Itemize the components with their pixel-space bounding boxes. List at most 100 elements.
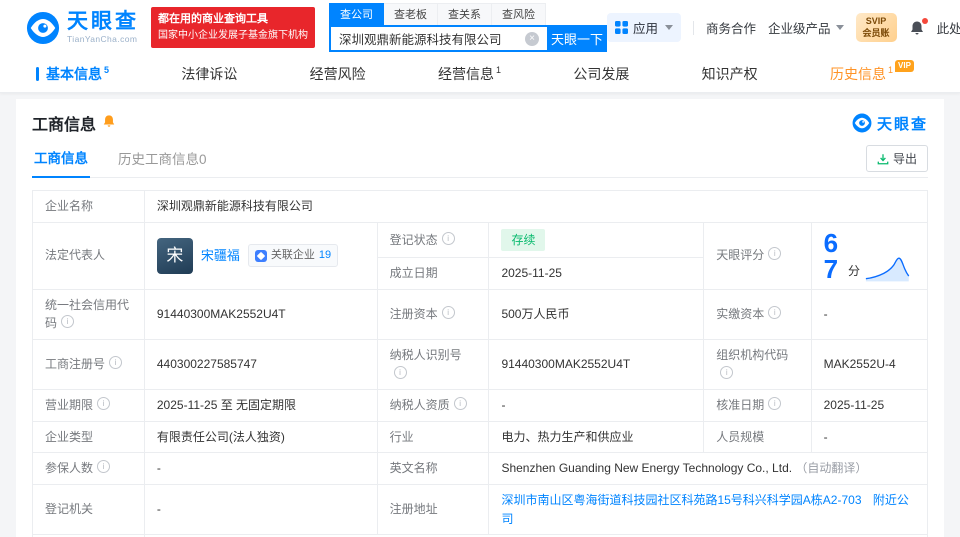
promo-line2: 国家中小企业发展子基金旗下机构 bbox=[158, 28, 308, 44]
field-label: 纳税人识别号 bbox=[377, 339, 489, 389]
company-name-value: 深圳观鼎新能源科技有限公司 bbox=[144, 191, 927, 223]
chevron-down-icon bbox=[665, 25, 673, 30]
field-value: - bbox=[811, 289, 927, 339]
legal-rep-name-link[interactable]: 宋疆福 bbox=[201, 246, 240, 266]
notification-bell[interactable] bbox=[909, 20, 925, 36]
apps-menu[interactable]: 应用 bbox=[607, 13, 681, 42]
info-icon[interactable] bbox=[97, 397, 110, 410]
info-icon[interactable] bbox=[768, 247, 781, 260]
menu-item-cooperation[interactable]: 商务合作 bbox=[706, 18, 756, 37]
field-value: MAK2552U-4 bbox=[811, 339, 927, 389]
search-tabs: 查公司 查老板 查关系 查风险 bbox=[329, 3, 607, 25]
tab-count: 1 bbox=[888, 65, 893, 75]
svip-badge[interactable]: SVIP 会员账 bbox=[856, 13, 897, 42]
subscribe-bell-button[interactable] bbox=[102, 114, 116, 133]
subtab-business-info[interactable]: 工商信息 bbox=[32, 147, 90, 178]
status-badge: 存续 bbox=[501, 229, 545, 252]
score-unit: 分 bbox=[848, 262, 860, 281]
subtab-history-business-info[interactable]: 历史工商信息0 bbox=[116, 148, 209, 177]
tab-history-info[interactable]: 历史信息1 VIP bbox=[830, 55, 914, 92]
company-info-card: 工商信息 天眼查 工商信息 历史工商信息0 导出 bbox=[16, 99, 944, 537]
field-value: - bbox=[144, 484, 377, 534]
search-input[interactable] bbox=[329, 25, 547, 52]
field-label: 注册资本 bbox=[377, 289, 489, 339]
field-label: 企业名称 bbox=[33, 191, 145, 223]
related-companies-icon bbox=[255, 250, 267, 262]
tianyancha-eye-icon bbox=[26, 11, 60, 45]
info-icon[interactable] bbox=[442, 232, 455, 245]
menu-item-more[interactable]: 此处有 bbox=[937, 18, 960, 37]
field-label: 核准日期 bbox=[704, 390, 811, 422]
field-value: 440300227585747 bbox=[144, 339, 377, 389]
field-label: 成立日期 bbox=[377, 258, 489, 290]
search-tab-risk[interactable]: 查风险 bbox=[492, 3, 546, 25]
field-label: 企业类型 bbox=[33, 421, 145, 453]
brand-name: 天眼查 bbox=[67, 11, 139, 32]
table-row: 工商注册号 440300227585747 纳税人识别号 91440300MAK… bbox=[33, 339, 928, 389]
company-section-nav: 基本信息5 法律诉讼 经营风险 经营信息1 公司发展 知识产权 历史信息1 VI… bbox=[0, 55, 960, 93]
search-tab-company[interactable]: 查公司 bbox=[329, 3, 384, 25]
info-icon[interactable] bbox=[768, 397, 781, 410]
section-title: 工商信息 bbox=[32, 111, 96, 135]
field-label: 营业期限 bbox=[33, 390, 145, 422]
address-link[interactable]: 深圳市南山区粤海街道科技园社区科苑路15号科兴科学园A栋A2-703 bbox=[501, 493, 861, 507]
menu-item-enterprise[interactable]: 企业级产品 bbox=[768, 18, 844, 37]
clear-icon[interactable]: × bbox=[525, 32, 539, 46]
notification-dot bbox=[922, 18, 928, 24]
info-icon[interactable] bbox=[109, 356, 122, 369]
search-button[interactable]: 天眼一下 bbox=[547, 25, 607, 52]
related-companies-badge[interactable]: 关联企业 19 bbox=[248, 244, 338, 267]
field-label: 注册地址 bbox=[377, 484, 489, 534]
chevron-down-icon bbox=[836, 25, 844, 30]
tab-legal-proceedings[interactable]: 法律诉讼 bbox=[181, 55, 237, 92]
field-label: 人员规模 bbox=[704, 421, 811, 453]
score-cell[interactable]: 67 分 bbox=[811, 222, 927, 289]
export-button[interactable]: 导出 bbox=[866, 145, 928, 172]
info-icon[interactable] bbox=[720, 366, 733, 379]
field-value: 2025-11-25 至 无固定期限 bbox=[144, 390, 377, 422]
tab-operation-risk[interactable]: 经营风险 bbox=[310, 55, 366, 92]
info-icon[interactable] bbox=[394, 366, 407, 379]
table-row: 统一社会信用代码 91440300MAK2552U4T 注册资本 500万人民币… bbox=[33, 289, 928, 339]
tab-intellectual-property[interactable]: 知识产权 bbox=[702, 55, 758, 92]
bell-icon bbox=[102, 114, 116, 128]
tab-basic-info[interactable]: 基本信息5 bbox=[46, 55, 109, 92]
field-label: 天眼评分 bbox=[704, 222, 811, 289]
header-menu: 应用 商务合作 企业级产品 SVIP 会员账 此处有 bbox=[607, 13, 960, 42]
field-value: 2025-11-25 bbox=[489, 258, 704, 290]
search-tab-relation[interactable]: 查关系 bbox=[438, 3, 492, 25]
info-icon[interactable] bbox=[97, 460, 110, 473]
field-value: 500万人民币 bbox=[489, 289, 704, 339]
field-value: 存续 bbox=[489, 222, 704, 258]
search-tab-boss[interactable]: 查老板 bbox=[384, 3, 438, 25]
info-icon[interactable] bbox=[442, 306, 455, 319]
field-value: - bbox=[489, 390, 704, 422]
field-label: 登记状态 bbox=[377, 222, 489, 258]
tab-operation-info[interactable]: 经营信息1 bbox=[438, 55, 501, 92]
info-icon[interactable] bbox=[61, 315, 74, 328]
field-value: 91440300MAK2552U4T bbox=[144, 289, 377, 339]
business-info-subtabs: 工商信息 历史工商信息0 导出 bbox=[32, 145, 928, 178]
field-label: 行业 bbox=[377, 421, 489, 453]
promo-line1: 都在用的商业查询工具 bbox=[158, 11, 308, 29]
field-label: 纳税人资质 bbox=[377, 390, 489, 422]
tianyancha-logo[interactable]: 天眼查 TianYanCha.com bbox=[26, 11, 139, 45]
related-companies-count: 19 bbox=[319, 247, 331, 264]
search-area: 查公司 查老板 查关系 查风险 × 天眼一下 bbox=[329, 3, 607, 52]
apps-grid-icon bbox=[615, 21, 628, 34]
brand-domain: TianYanCha.com bbox=[67, 34, 139, 44]
tab-company-development[interactable]: 公司发展 bbox=[573, 55, 629, 92]
info-icon[interactable] bbox=[768, 306, 781, 319]
field-value: 2025-11-25 bbox=[811, 390, 927, 422]
field-label: 工商注册号 bbox=[33, 339, 145, 389]
auto-translate-note: （自动翻译） bbox=[795, 461, 867, 475]
field-label: 参保人数 bbox=[33, 453, 145, 485]
info-icon[interactable] bbox=[454, 397, 467, 410]
table-row: 企业类型 有限责任公司(法人独资) 行业 电力、热力生产和供应业 人员规模 - bbox=[33, 421, 928, 453]
legal-rep-avatar[interactable]: 宋 bbox=[157, 238, 193, 274]
vip-tag: VIP bbox=[895, 60, 914, 72]
table-row: 企业名称 深圳观鼎新能源科技有限公司 bbox=[33, 191, 928, 223]
field-label: 英文名称 bbox=[377, 453, 489, 485]
promo-banner[interactable]: 都在用的商业查询工具 国家中小企业发展子基金旗下机构 bbox=[151, 7, 315, 49]
table-row: 法定代表人 宋 宋疆福 关联企业 19 登记状态 存续 天眼评分 bbox=[33, 222, 928, 258]
